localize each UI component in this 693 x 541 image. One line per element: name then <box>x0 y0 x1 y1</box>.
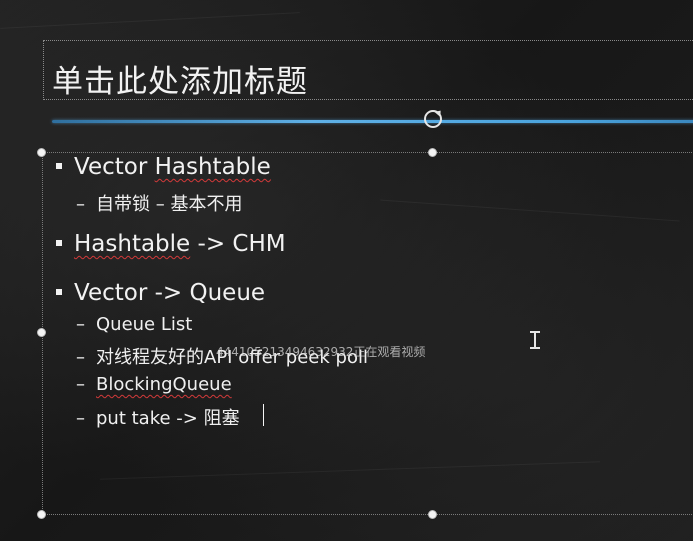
bullet-text-spellcheck: Hashtable <box>154 154 271 180</box>
i-beam-cursor-icon <box>530 331 540 349</box>
bullet-text: -> CHM <box>190 231 286 257</box>
chalk-texture <box>0 12 300 29</box>
resize-handle-middle-left[interactable] <box>37 328 46 337</box>
sub-bullet-text: 自带锁 – 基本不用 <box>96 194 243 215</box>
sub-bullet-text: Queue List <box>96 314 193 335</box>
title-underline-accent <box>52 120 693 123</box>
bullet-text: Vector <box>74 154 155 180</box>
square-bullet-icon <box>56 239 62 246</box>
dash-bullet: – <box>76 194 85 215</box>
sub-bullet-item[interactable]: – put take -> 阻塞 <box>76 404 240 430</box>
sub-bullet-text: put take -> 阻塞 <box>96 408 240 429</box>
rotate-icon[interactable] <box>424 110 442 128</box>
resize-handle-bottom-middle[interactable] <box>428 510 437 519</box>
bullet-item[interactable]: Vector -> Queue <box>56 280 265 306</box>
resize-handle-bottom-left[interactable] <box>37 510 46 519</box>
bullet-text: Vector -> Queue <box>74 280 266 306</box>
sub-bullet-item[interactable]: – 自带锁 – 基本不用 <box>76 190 242 216</box>
slide-canvas[interactable]: 单击此处添加标题 Vector Hashtable – 自带锁 – 基本不用 Ha… <box>0 0 693 541</box>
slide-title[interactable]: 单击此处添加标题 <box>52 56 308 101</box>
dash-bullet: – <box>76 374 85 395</box>
square-bullet-icon <box>56 162 62 169</box>
square-bullet-icon <box>56 288 62 295</box>
dash-bullet: – <box>76 314 85 335</box>
dash-bullet: – <box>76 347 85 368</box>
text-insertion-caret <box>263 404 264 426</box>
resize-handle-top-middle[interactable] <box>428 148 437 157</box>
viewer-watermark: 444105213494632932正在观看视频 <box>216 345 426 359</box>
bullet-item[interactable]: Hashtable -> CHM <box>56 231 286 257</box>
sub-bullet-item[interactable]: – Queue List <box>76 314 192 335</box>
sub-bullet-item[interactable]: – BlockingQueue <box>76 374 232 395</box>
dash-bullet: – <box>76 408 85 429</box>
bullet-item[interactable]: Vector Hashtable <box>56 154 271 180</box>
sub-bullet-text-spellcheck: BlockingQueue <box>96 374 232 395</box>
resize-handle-top-left[interactable] <box>37 148 46 157</box>
bullet-text-spellcheck: Hashtable <box>74 231 191 257</box>
